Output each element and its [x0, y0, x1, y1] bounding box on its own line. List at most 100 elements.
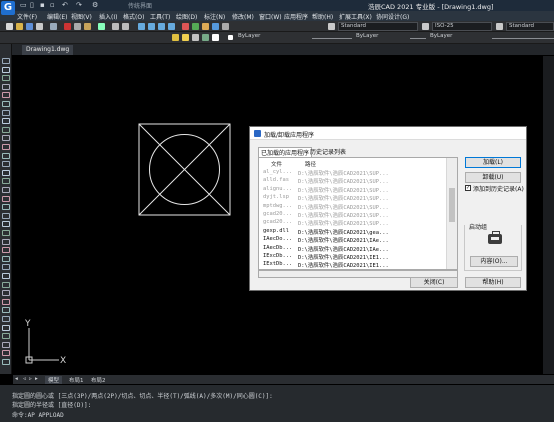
rotate-tool-icon[interactable]	[2, 230, 10, 236]
tab-layout2[interactable]: 布局2	[91, 376, 106, 384]
zoom-window-icon[interactable]	[158, 23, 165, 30]
ellipse-tool-icon[interactable]	[2, 118, 10, 125]
text-tool-icon[interactable]	[2, 161, 10, 168]
region-tool-icon[interactable]	[2, 195, 10, 202]
print-icon[interactable]: ▫	[50, 1, 55, 9]
open-file-icon[interactable]: ▯	[30, 1, 34, 9]
contents-button[interactable]: 内容(O)...	[470, 256, 518, 267]
table-style-combo[interactable]: Standard	[506, 22, 554, 31]
menu-item-8[interactable]: 修改(M)	[232, 12, 254, 21]
menu-item-4[interactable]: 格式(O)	[123, 12, 144, 21]
move-tool-icon[interactable]	[2, 212, 10, 219]
layer-color-icon[interactable]	[212, 34, 219, 41]
tab-layout1[interactable]: 布局1	[69, 376, 84, 384]
hatch-tool-icon[interactable]	[2, 126, 10, 133]
column-header-path[interactable]: 路径	[305, 160, 316, 168]
new-icon[interactable]	[6, 23, 13, 30]
pan-icon[interactable]	[138, 23, 145, 30]
tab-drawing1[interactable]: Drawing1.dwg	[22, 45, 74, 55]
tab-loaded-applications[interactable]: 已加载的应用程序	[258, 147, 313, 157]
close-button[interactable]: 关闭(C)	[410, 277, 458, 288]
properties-icon[interactable]	[182, 23, 189, 30]
polyline-tool-icon[interactable]	[2, 66, 10, 73]
scrollbar-thumb[interactable]	[449, 188, 455, 222]
layer-on-icon[interactable]	[182, 34, 189, 41]
menu-item-7[interactable]: 标注(N)	[204, 12, 225, 21]
text-style-combo[interactable]: Standard	[338, 22, 418, 31]
paste-icon[interactable]	[84, 23, 91, 30]
column-header-file[interactable]: 文件	[271, 160, 282, 168]
explode-tool-icon[interactable]	[2, 298, 10, 305]
circle-tool-icon[interactable]	[2, 83, 10, 90]
offset-tool-icon[interactable]	[2, 255, 10, 262]
menu-item-6[interactable]: 绘图(D)	[176, 12, 197, 21]
scale-tool-icon[interactable]	[2, 238, 10, 245]
menu-item-10[interactable]: 应用程序	[284, 12, 308, 21]
revcloud-tool-icon[interactable]	[2, 204, 10, 211]
copy-icon[interactable]	[74, 23, 81, 30]
load-button[interactable]: 加载(L)	[465, 157, 521, 168]
join-tool-icon[interactable]	[2, 341, 10, 348]
print-icon[interactable]	[36, 23, 43, 30]
undo-icon[interactable]: ↶	[62, 1, 68, 9]
first-tab-arrow-icon[interactable]: ◂	[15, 376, 18, 382]
vertical-scrollbar[interactable]	[543, 56, 554, 374]
copy-tool-icon[interactable]	[2, 221, 10, 228]
menu-item-0[interactable]: 文件(F)	[17, 12, 37, 21]
help-icon[interactable]	[222, 23, 229, 30]
fillet-tool-icon[interactable]	[2, 281, 10, 288]
chamfer-tool-icon[interactable]	[2, 290, 10, 297]
menu-item-11[interactable]: 帮助(H)	[312, 12, 333, 21]
linetype-combo[interactable]: ByLayer	[354, 33, 404, 42]
menu-item-12[interactable]: 扩展工具(X)	[339, 12, 372, 21]
cut-icon[interactable]	[64, 23, 71, 30]
design-center-icon[interactable]	[192, 23, 199, 30]
arc-tool-icon[interactable]	[2, 75, 10, 82]
mtext-tool-icon[interactable]	[2, 169, 10, 176]
checkbox-box[interactable]: ✓	[465, 185, 471, 191]
workspace-selector[interactable]: 传统界面	[128, 1, 152, 10]
open-icon[interactable]	[16, 23, 23, 30]
layer-combo-arrow[interactable]	[220, 33, 226, 42]
stretch-tool-icon[interactable]	[2, 324, 10, 331]
unload-button[interactable]: 卸载(U)	[465, 172, 521, 183]
zoom-icon[interactable]	[148, 23, 155, 30]
gradient-tool-icon[interactable]	[2, 135, 10, 142]
calculator-icon[interactable]	[212, 23, 219, 30]
undo-toolbar-icon[interactable]	[112, 23, 119, 30]
mirror-tool-icon[interactable]	[2, 247, 10, 254]
menu-item-3[interactable]: 插入(I)	[99, 12, 117, 21]
prev-tab-arrow-icon[interactable]: ◃	[23, 376, 26, 382]
polygon-tool-icon[interactable]	[2, 101, 10, 107]
tab-history-list[interactable]: 历史记录列表	[308, 147, 348, 156]
command-input[interactable]: 命令:AP APPLOAD	[12, 410, 64, 419]
save-icon[interactable]: ▪	[40, 1, 45, 9]
trim-tool-icon[interactable]	[2, 264, 10, 271]
layer-lock-icon[interactable]	[202, 34, 209, 41]
rectangle-tool-icon[interactable]	[2, 92, 10, 99]
menu-item-13[interactable]: 协同设计(G)	[376, 12, 409, 21]
break-tool-icon[interactable]	[2, 333, 10, 340]
layer-manager-icon[interactable]	[172, 34, 179, 41]
line-tool-icon[interactable]	[2, 58, 10, 64]
spline-tool-icon[interactable]	[2, 109, 10, 116]
loaded-apps-list[interactable]: 文件 路径 al_cyl... D:\浩辰软件\浩辰CAD2021\SUP... a…	[258, 157, 458, 270]
color-combo[interactable]: ByLayer	[236, 33, 306, 42]
block-tool-icon[interactable]	[2, 144, 10, 150]
redo-toolbar-icon[interactable]	[122, 23, 129, 30]
dialog-title-bar[interactable]: 加载/卸载应用程序	[250, 127, 526, 140]
menu-item-9[interactable]: 窗口(W)	[259, 12, 282, 21]
next-tab-arrow-icon[interactable]: ▹	[29, 376, 32, 382]
help-button[interactable]: 帮助(H)	[465, 277, 521, 288]
match-properties-icon[interactable]	[98, 23, 105, 30]
new-file-icon[interactable]: ▭	[20, 1, 27, 9]
last-tab-arrow-icon[interactable]: ▸	[35, 376, 38, 382]
dim-tool-icon[interactable]	[2, 350, 10, 357]
dim-style-combo[interactable]: ISO-25	[432, 22, 492, 31]
lineweight-combo[interactable]: ByLayer	[428, 33, 488, 42]
list-vertical-scrollbar[interactable]	[446, 158, 457, 269]
menu-item-5[interactable]: 工具(T)	[150, 12, 170, 21]
preview-icon[interactable]	[50, 23, 57, 30]
list-item[interactable]: IExtDb... D:\浩辰软件\浩辰CAD2021\IE1...	[259, 261, 445, 269]
zoom-previous-icon[interactable]	[168, 23, 175, 30]
